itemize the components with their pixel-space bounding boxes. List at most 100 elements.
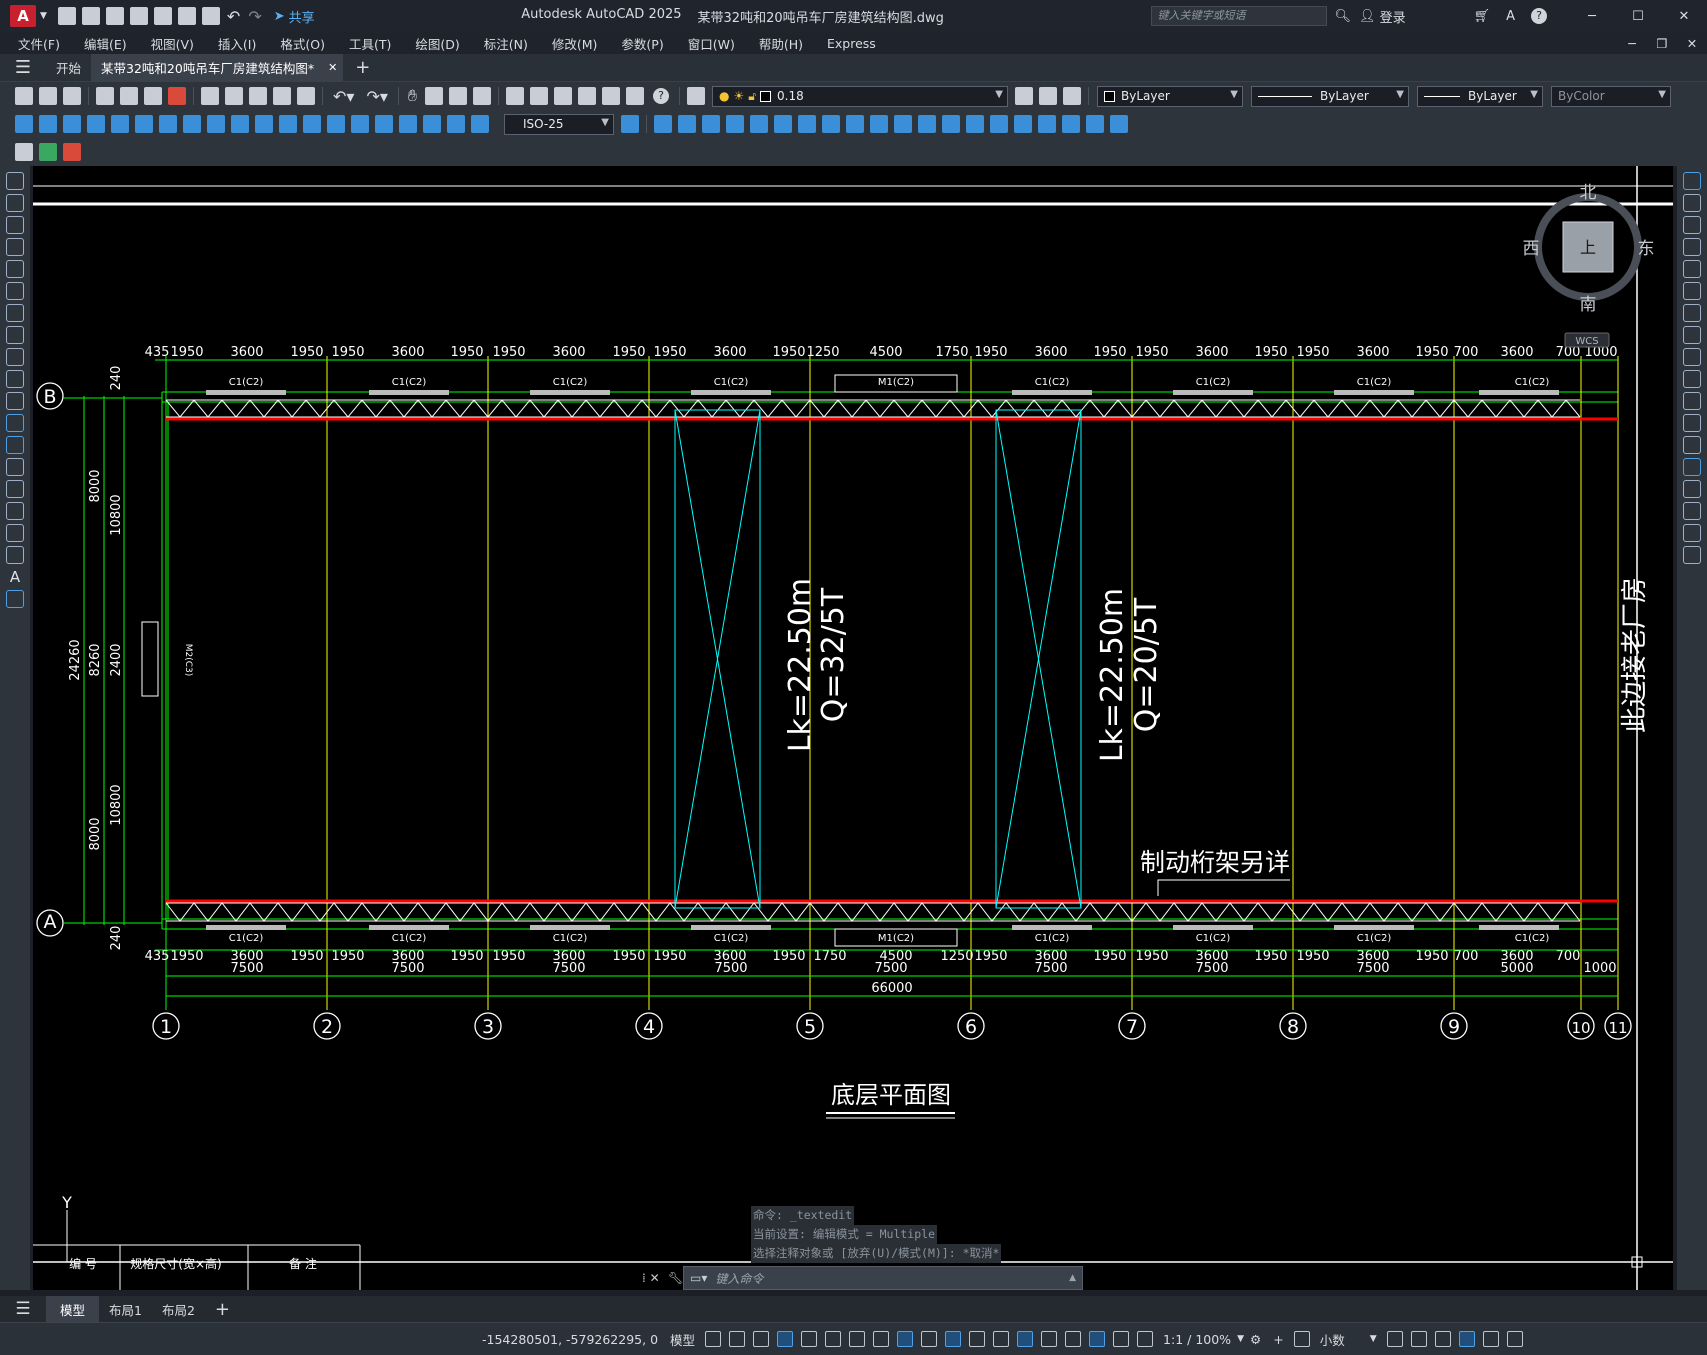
- dim-arc-icon[interactable]: [63, 115, 81, 133]
- menu-tools[interactable]: 工具(T): [337, 34, 403, 53]
- tab-model[interactable]: 模型: [46, 1296, 100, 1322]
- new-tab-button[interactable]: +: [355, 57, 370, 78]
- pdf-icon[interactable]: [168, 87, 186, 105]
- dim-edit-icon[interactable]: [423, 115, 441, 133]
- inspection-icon[interactable]: [375, 115, 393, 133]
- join-tool-icon[interactable]: [1683, 458, 1701, 476]
- publish-icon[interactable]: [144, 87, 162, 105]
- dim-linear-icon[interactable]: [15, 115, 33, 133]
- hardware-acceleration-icon[interactable]: [1458, 1331, 1475, 1347]
- selection-cycling-icon[interactable]: [969, 1331, 986, 1347]
- dim-baseline-icon[interactable]: [231, 115, 249, 133]
- cart-icon[interactable]: 🛒︎: [1474, 9, 1491, 24]
- spline-tool-icon[interactable]: [6, 348, 24, 366]
- extend-tool-icon[interactable]: [1683, 392, 1701, 410]
- zoom-realtime-icon[interactable]: [425, 87, 443, 105]
- menu-view[interactable]: 视图(V): [139, 34, 206, 53]
- menu-draw[interactable]: 绘图(D): [403, 34, 471, 53]
- tab-layout1[interactable]: 布局1: [99, 1296, 152, 1322]
- hatch-tool-icon[interactable]: [6, 480, 24, 498]
- dim-jogged-icon[interactable]: [135, 115, 153, 133]
- design-center-icon[interactable]: [530, 87, 548, 105]
- layer-properties-icon[interactable]: [687, 87, 705, 105]
- workspace-gear-icon[interactable]: ⚙: [1250, 1332, 1261, 1347]
- mirror-tool-icon[interactable]: [1683, 216, 1701, 234]
- markup-icon[interactable]: [602, 87, 620, 105]
- dim-text-edit-icon[interactable]: [447, 115, 465, 133]
- selection-filter-icon[interactable]: [1041, 1331, 1058, 1347]
- polyline-tool-icon[interactable]: [6, 216, 24, 234]
- block-editor-icon[interactable]: [297, 87, 315, 105]
- layer-previous-icon[interactable]: [1039, 87, 1057, 105]
- erase-tool-icon[interactable]: [1683, 172, 1701, 190]
- dim-angular-icon[interactable]: [183, 115, 201, 133]
- cut-icon[interactable]: [201, 87, 219, 105]
- object-snap-icon[interactable]: [897, 1331, 914, 1347]
- menu-file[interactable]: 文件(F): [0, 34, 72, 53]
- annotation-scale-icon[interactable]: [1137, 1331, 1154, 1347]
- user-icon[interactable]: 👤︎: [1359, 9, 1376, 24]
- modify-blend-icon[interactable]: [1038, 115, 1056, 133]
- match-prop-icon[interactable]: [273, 87, 291, 105]
- dim-ordinate-icon[interactable]: [87, 115, 105, 133]
- copy-tool-icon[interactable]: [1683, 194, 1701, 212]
- menu-dimension[interactable]: 标注(N): [472, 34, 540, 53]
- array-tool-icon[interactable]: [1683, 260, 1701, 278]
- modify-copy-icon[interactable]: [654, 115, 672, 133]
- rotate-tool-icon[interactable]: [1683, 304, 1701, 322]
- layer-dropdown[interactable]: ● ☀ 🔓︎ 0.18 ▼: [712, 85, 1008, 107]
- modify-trim-icon[interactable]: [846, 115, 864, 133]
- jogged-linear-icon[interactable]: [399, 115, 417, 133]
- add-layout-button[interactable]: +: [215, 1299, 230, 1320]
- modify-break-icon[interactable]: [894, 115, 912, 133]
- search-icon[interactable]: 🔍︎: [1335, 9, 1352, 24]
- ellipse-arc-tool-icon[interactable]: [6, 392, 24, 410]
- toolbar-undo-icon[interactable]: ↶▾: [333, 87, 354, 106]
- hamburger-menu-icon[interactable]: ☰: [0, 57, 46, 78]
- modify-fillet-icon[interactable]: [966, 115, 984, 133]
- color-dropdown[interactable]: ByLayer ▼: [1097, 85, 1243, 107]
- construction-line-icon[interactable]: [6, 194, 24, 212]
- model-space-toggle[interactable]: 模型: [664, 1330, 701, 1349]
- dimstyle-manager-icon[interactable]: [621, 115, 639, 133]
- tab-layout2[interactable]: 布局2: [152, 1296, 205, 1322]
- grid-icon[interactable]: [705, 1331, 722, 1347]
- menu-format[interactable]: 格式(O): [268, 34, 337, 53]
- calculator-icon[interactable]: [626, 87, 644, 105]
- offset-tool-icon[interactable]: [1683, 238, 1701, 256]
- dynamic-input-icon[interactable]: [777, 1331, 794, 1347]
- plot-icon[interactable]: [201, 7, 220, 25]
- toolbar-help-icon[interactable]: ?: [653, 88, 669, 104]
- region-tool-icon[interactable]: [6, 524, 24, 542]
- close-button[interactable]: ✕: [1661, 9, 1707, 24]
- help-icon[interactable]: ?: [1531, 8, 1547, 24]
- circle-tool-icon[interactable]: [6, 304, 24, 322]
- customization-icon[interactable]: [1506, 1331, 1523, 1347]
- quick-properties-icon[interactable]: [1386, 1331, 1403, 1347]
- make-block-icon[interactable]: [6, 436, 24, 454]
- mtext-tool-icon[interactable]: A: [10, 568, 20, 586]
- preview-icon[interactable]: [120, 87, 138, 105]
- open-web-icon[interactable]: [153, 7, 172, 25]
- tool-palettes-icon[interactable]: [554, 87, 572, 105]
- chamfer-tool-icon[interactable]: [1683, 480, 1701, 498]
- point-tool-icon[interactable]: [6, 458, 24, 476]
- units-dropdown[interactable]: 小数: [1314, 1330, 1370, 1349]
- menu-window[interactable]: 窗口(W): [676, 34, 747, 53]
- coordinate-readout[interactable]: -154280501, -579262295, 0: [476, 1332, 664, 1347]
- modify-rotate-icon[interactable]: [774, 115, 792, 133]
- scale-chevron-icon[interactable]: ▼: [1237, 1334, 1244, 1344]
- tab-start[interactable]: 开始: [46, 54, 91, 82]
- layout-wizard-icon[interactable]: [15, 143, 33, 161]
- gradient-tool-icon[interactable]: [6, 502, 24, 520]
- layout-menu-icon[interactable]: ☰: [0, 1299, 46, 1319]
- auto-scale-icon[interactable]: [1113, 1331, 1130, 1347]
- move-tool-icon[interactable]: [1683, 282, 1701, 300]
- dim-break-icon[interactable]: [303, 115, 321, 133]
- qsave-icon[interactable]: [63, 87, 81, 105]
- trim-tool-icon[interactable]: [1683, 370, 1701, 388]
- print-icon[interactable]: [96, 87, 114, 105]
- make-current-icon[interactable]: [1015, 87, 1033, 105]
- app-menu-chevron-icon[interactable]: ▼: [40, 11, 47, 21]
- dynamic-ucs-icon[interactable]: [1017, 1331, 1034, 1347]
